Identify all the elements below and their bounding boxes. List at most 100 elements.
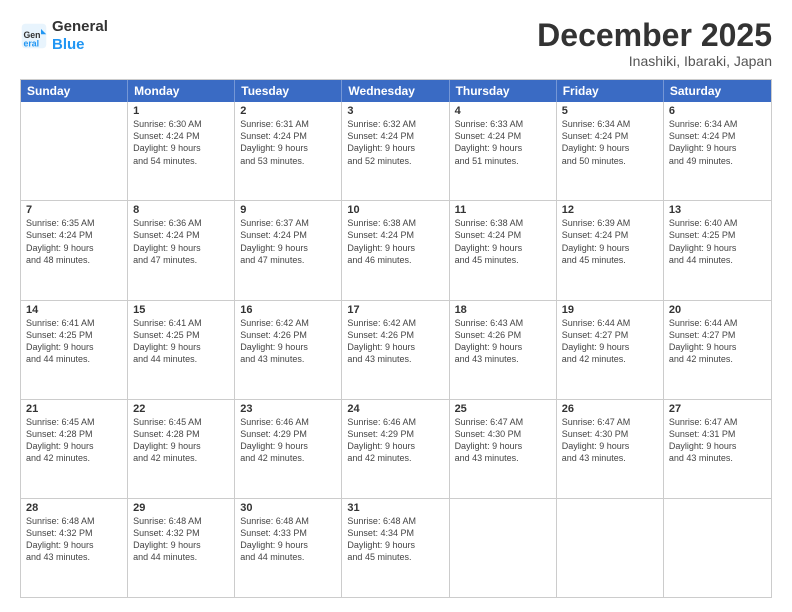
calendar-cell: 12Sunrise: 6:39 AM Sunset: 4:24 PM Dayli… xyxy=(557,201,664,299)
svg-text:eral: eral xyxy=(24,39,40,49)
calendar-cell: 19Sunrise: 6:44 AM Sunset: 4:27 PM Dayli… xyxy=(557,301,664,399)
calendar-cell: 5Sunrise: 6:34 AM Sunset: 4:24 PM Daylig… xyxy=(557,102,664,200)
cell-date: 19 xyxy=(562,304,658,316)
cell-date: 17 xyxy=(347,304,443,316)
cell-date: 11 xyxy=(455,204,551,216)
page: Gen eral General Blue December 2025 Inas… xyxy=(0,0,792,612)
calendar-cell: 30Sunrise: 6:48 AM Sunset: 4:33 PM Dayli… xyxy=(235,499,342,597)
cell-date: 5 xyxy=(562,105,658,117)
calendar-row: 7Sunrise: 6:35 AM Sunset: 4:24 PM Daylig… xyxy=(21,201,771,300)
day-header-friday: Friday xyxy=(557,80,664,102)
cell-info: Sunrise: 6:41 AM Sunset: 4:25 PM Dayligh… xyxy=(26,317,122,366)
calendar-cell: 10Sunrise: 6:38 AM Sunset: 4:24 PM Dayli… xyxy=(342,201,449,299)
header: Gen eral General Blue December 2025 Inas… xyxy=(20,18,772,69)
calendar-cell: 8Sunrise: 6:36 AM Sunset: 4:24 PM Daylig… xyxy=(128,201,235,299)
cell-info: Sunrise: 6:37 AM Sunset: 4:24 PM Dayligh… xyxy=(240,217,336,266)
calendar-cell xyxy=(557,499,664,597)
cell-date: 9 xyxy=(240,204,336,216)
cell-date: 13 xyxy=(669,204,766,216)
calendar-cell: 7Sunrise: 6:35 AM Sunset: 4:24 PM Daylig… xyxy=(21,201,128,299)
calendar-cell: 3Sunrise: 6:32 AM Sunset: 4:24 PM Daylig… xyxy=(342,102,449,200)
cell-info: Sunrise: 6:36 AM Sunset: 4:24 PM Dayligh… xyxy=(133,217,229,266)
cell-info: Sunrise: 6:45 AM Sunset: 4:28 PM Dayligh… xyxy=(133,416,229,465)
cell-info: Sunrise: 6:30 AM Sunset: 4:24 PM Dayligh… xyxy=(133,118,229,167)
cell-info: Sunrise: 6:43 AM Sunset: 4:26 PM Dayligh… xyxy=(455,317,551,366)
cell-date: 3 xyxy=(347,105,443,117)
cell-info: Sunrise: 6:48 AM Sunset: 4:33 PM Dayligh… xyxy=(240,515,336,564)
calendar-cell: 11Sunrise: 6:38 AM Sunset: 4:24 PM Dayli… xyxy=(450,201,557,299)
month-title: December 2025 xyxy=(537,18,772,53)
calendar-cell: 6Sunrise: 6:34 AM Sunset: 4:24 PM Daylig… xyxy=(664,102,771,200)
calendar-cell: 13Sunrise: 6:40 AM Sunset: 4:25 PM Dayli… xyxy=(664,201,771,299)
calendar-cell: 28Sunrise: 6:48 AM Sunset: 4:32 PM Dayli… xyxy=(21,499,128,597)
calendar-cell: 1Sunrise: 6:30 AM Sunset: 4:24 PM Daylig… xyxy=(128,102,235,200)
cell-info: Sunrise: 6:46 AM Sunset: 4:29 PM Dayligh… xyxy=(347,416,443,465)
calendar-row: 14Sunrise: 6:41 AM Sunset: 4:25 PM Dayli… xyxy=(21,301,771,400)
cell-date: 10 xyxy=(347,204,443,216)
cell-info: Sunrise: 6:46 AM Sunset: 4:29 PM Dayligh… xyxy=(240,416,336,465)
calendar-row: 1Sunrise: 6:30 AM Sunset: 4:24 PM Daylig… xyxy=(21,102,771,201)
cell-date: 15 xyxy=(133,304,229,316)
cell-date: 23 xyxy=(240,403,336,415)
cell-info: Sunrise: 6:40 AM Sunset: 4:25 PM Dayligh… xyxy=(669,217,766,266)
cell-info: Sunrise: 6:45 AM Sunset: 4:28 PM Dayligh… xyxy=(26,416,122,465)
cell-date: 2 xyxy=(240,105,336,117)
calendar-cell: 29Sunrise: 6:48 AM Sunset: 4:32 PM Dayli… xyxy=(128,499,235,597)
calendar-cell: 18Sunrise: 6:43 AM Sunset: 4:26 PM Dayli… xyxy=(450,301,557,399)
cell-info: Sunrise: 6:38 AM Sunset: 4:24 PM Dayligh… xyxy=(455,217,551,266)
logo-icon: Gen eral xyxy=(20,22,48,50)
cell-info: Sunrise: 6:34 AM Sunset: 4:24 PM Dayligh… xyxy=(669,118,766,167)
calendar-cell: 20Sunrise: 6:44 AM Sunset: 4:27 PM Dayli… xyxy=(664,301,771,399)
day-header-tuesday: Tuesday xyxy=(235,80,342,102)
calendar-cell: 27Sunrise: 6:47 AM Sunset: 4:31 PM Dayli… xyxy=(664,400,771,498)
cell-date: 22 xyxy=(133,403,229,415)
cell-date: 16 xyxy=(240,304,336,316)
cell-info: Sunrise: 6:44 AM Sunset: 4:27 PM Dayligh… xyxy=(562,317,658,366)
cell-date: 20 xyxy=(669,304,766,316)
calendar-cell: 9Sunrise: 6:37 AM Sunset: 4:24 PM Daylig… xyxy=(235,201,342,299)
day-header-thursday: Thursday xyxy=(450,80,557,102)
cell-info: Sunrise: 6:47 AM Sunset: 4:30 PM Dayligh… xyxy=(562,416,658,465)
calendar-cell: 31Sunrise: 6:48 AM Sunset: 4:34 PM Dayli… xyxy=(342,499,449,597)
cell-info: Sunrise: 6:48 AM Sunset: 4:32 PM Dayligh… xyxy=(133,515,229,564)
cell-info: Sunrise: 6:44 AM Sunset: 4:27 PM Dayligh… xyxy=(669,317,766,366)
cell-date: 30 xyxy=(240,502,336,514)
cell-date: 21 xyxy=(26,403,122,415)
cell-info: Sunrise: 6:33 AM Sunset: 4:24 PM Dayligh… xyxy=(455,118,551,167)
calendar-cell: 23Sunrise: 6:46 AM Sunset: 4:29 PM Dayli… xyxy=(235,400,342,498)
calendar-cell xyxy=(450,499,557,597)
cell-info: Sunrise: 6:35 AM Sunset: 4:24 PM Dayligh… xyxy=(26,217,122,266)
calendar-cell: 25Sunrise: 6:47 AM Sunset: 4:30 PM Dayli… xyxy=(450,400,557,498)
cell-date: 1 xyxy=(133,105,229,117)
day-header-monday: Monday xyxy=(128,80,235,102)
cell-info: Sunrise: 6:48 AM Sunset: 4:32 PM Dayligh… xyxy=(26,515,122,564)
calendar-cell: 4Sunrise: 6:33 AM Sunset: 4:24 PM Daylig… xyxy=(450,102,557,200)
cell-date: 25 xyxy=(455,403,551,415)
calendar-cell: 15Sunrise: 6:41 AM Sunset: 4:25 PM Dayli… xyxy=(128,301,235,399)
subtitle: Inashiki, Ibaraki, Japan xyxy=(537,53,772,69)
logo-text: General Blue xyxy=(52,18,108,54)
cell-date: 8 xyxy=(133,204,229,216)
calendar-cell: 22Sunrise: 6:45 AM Sunset: 4:28 PM Dayli… xyxy=(128,400,235,498)
cell-info: Sunrise: 6:47 AM Sunset: 4:30 PM Dayligh… xyxy=(455,416,551,465)
calendar-cell: 17Sunrise: 6:42 AM Sunset: 4:26 PM Dayli… xyxy=(342,301,449,399)
title-area: December 2025 Inashiki, Ibaraki, Japan xyxy=(537,18,772,69)
cell-date: 28 xyxy=(26,502,122,514)
calendar-cell xyxy=(664,499,771,597)
calendar-cell: 2Sunrise: 6:31 AM Sunset: 4:24 PM Daylig… xyxy=(235,102,342,200)
day-header-saturday: Saturday xyxy=(664,80,771,102)
cell-info: Sunrise: 6:31 AM Sunset: 4:24 PM Dayligh… xyxy=(240,118,336,167)
logo: Gen eral General Blue xyxy=(20,18,108,54)
calendar-cell xyxy=(21,102,128,200)
cell-info: Sunrise: 6:42 AM Sunset: 4:26 PM Dayligh… xyxy=(240,317,336,366)
cell-info: Sunrise: 6:39 AM Sunset: 4:24 PM Dayligh… xyxy=(562,217,658,266)
calendar-body: 1Sunrise: 6:30 AM Sunset: 4:24 PM Daylig… xyxy=(21,102,771,597)
cell-info: Sunrise: 6:32 AM Sunset: 4:24 PM Dayligh… xyxy=(347,118,443,167)
day-header-sunday: Sunday xyxy=(21,80,128,102)
cell-date: 26 xyxy=(562,403,658,415)
cell-date: 7 xyxy=(26,204,122,216)
cell-date: 31 xyxy=(347,502,443,514)
calendar-cell: 14Sunrise: 6:41 AM Sunset: 4:25 PM Dayli… xyxy=(21,301,128,399)
calendar-row: 28Sunrise: 6:48 AM Sunset: 4:32 PM Dayli… xyxy=(21,499,771,597)
cell-info: Sunrise: 6:42 AM Sunset: 4:26 PM Dayligh… xyxy=(347,317,443,366)
